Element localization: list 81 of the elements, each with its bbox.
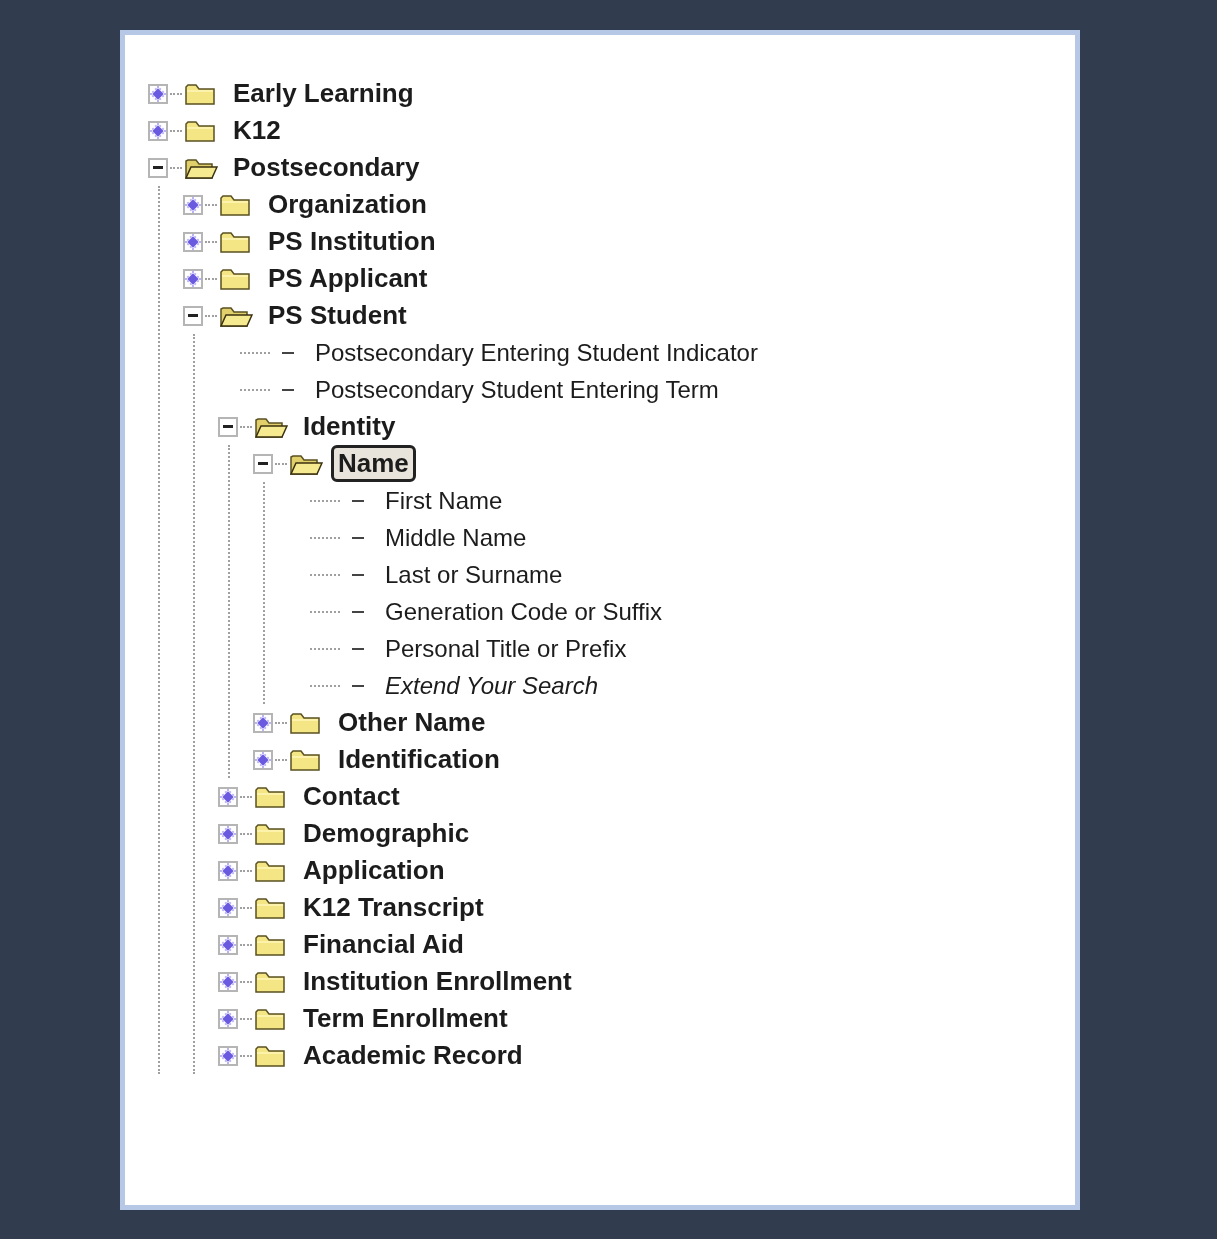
tree-connector	[310, 573, 340, 576]
tree-item[interactable]: PS Applicant	[261, 260, 435, 297]
leaf-icon	[352, 536, 364, 539]
tree-item[interactable]: Generation Code or Suffix	[378, 594, 670, 629]
tree-connector	[310, 536, 340, 539]
tree-item[interactable]: Financial Aid	[296, 926, 471, 963]
tree-connector	[275, 462, 287, 465]
expand-toggle[interactable]	[183, 194, 203, 215]
expand-toggle[interactable]	[218, 860, 238, 881]
leaf-icon	[352, 647, 364, 650]
tree-item[interactable]: Postsecondary Entering Student Indicator	[308, 335, 765, 370]
tree-item[interactable]: Postsecondary Student Entering Term	[308, 372, 726, 407]
expand-toggle[interactable]	[148, 83, 168, 104]
tree-item[interactable]: Organization	[261, 186, 434, 223]
tree-item[interactable]: K12 Transcript	[296, 889, 491, 926]
tree-item[interactable]: Application	[296, 852, 452, 889]
leaf-icon	[352, 573, 364, 576]
tree-item[interactable]: Contact	[296, 778, 407, 815]
tree-item[interactable]: Demographic	[296, 815, 477, 852]
expand-toggle[interactable]	[218, 971, 238, 992]
tree-connector	[240, 943, 252, 946]
tree-connector	[205, 314, 217, 317]
expand-toggle[interactable]	[253, 712, 273, 733]
tree-item[interactable]: Personal Title or Prefix	[378, 631, 634, 666]
tree-connector	[170, 129, 182, 132]
leaf-icon	[352, 499, 364, 502]
tree-item[interactable]: Postsecondary	[226, 149, 427, 186]
tree-item[interactable]: Institution Enrollment	[296, 963, 579, 1000]
tree-item[interactable]: PS Student	[261, 297, 414, 334]
tree-connector	[170, 166, 182, 169]
tree-item[interactable]: Middle Name	[378, 520, 534, 555]
tree-connector	[310, 499, 340, 502]
tree-connector	[240, 388, 270, 391]
tree-connector	[240, 425, 252, 428]
leaf-icon	[352, 610, 364, 613]
expand-toggle[interactable]	[148, 120, 168, 141]
search-link[interactable]: Extend Your Search	[378, 668, 606, 703]
tree-connector	[240, 1017, 252, 1020]
expand-toggle[interactable]	[218, 786, 238, 807]
tree-item[interactable]: First Name	[378, 483, 510, 518]
tree-connector	[240, 832, 252, 835]
expand-toggle[interactable]	[218, 934, 238, 955]
tree-connector	[240, 351, 270, 354]
expand-toggle[interactable]	[253, 749, 273, 770]
expand-toggle[interactable]	[183, 268, 203, 289]
expand-toggle[interactable]	[218, 1008, 238, 1029]
tree-item[interactable]: Name	[331, 445, 416, 482]
expand-toggle[interactable]	[218, 1045, 238, 1066]
expand-toggle[interactable]	[218, 823, 238, 844]
tree-connector	[275, 758, 287, 761]
tree-item[interactable]: Term Enrollment	[296, 1000, 515, 1037]
leaf-icon	[282, 388, 294, 391]
tree-connector	[240, 795, 252, 798]
expand-toggle[interactable]	[218, 416, 238, 437]
tree-connector	[205, 203, 217, 206]
tree-item[interactable]: Other Name	[331, 704, 493, 741]
tree-item[interactable]: Academic Record	[296, 1037, 530, 1074]
tree-item[interactable]: Early Learning	[226, 75, 421, 112]
tree-item[interactable]: K12	[226, 112, 288, 149]
tree-connector	[240, 980, 252, 983]
tree-connector	[310, 610, 340, 613]
tree-item[interactable]: Identification	[331, 741, 507, 778]
leaf-icon	[352, 684, 364, 687]
expand-toggle[interactable]	[183, 231, 203, 252]
tree-connector	[310, 684, 340, 687]
expand-toggle[interactable]	[183, 305, 203, 326]
tree-connector	[240, 906, 252, 909]
tree-connector	[240, 869, 252, 872]
tree-item[interactable]: PS Institution	[261, 223, 443, 260]
leaf-icon	[282, 351, 294, 354]
tree-item[interactable]: Last or Surname	[378, 557, 570, 592]
tree-connector	[170, 92, 182, 95]
expand-toggle[interactable]	[253, 453, 273, 474]
tree-connector	[275, 721, 287, 724]
tree-connector	[240, 1054, 252, 1057]
tree-connector	[205, 277, 217, 280]
expand-toggle[interactable]	[218, 897, 238, 918]
tree-connector	[310, 647, 340, 650]
expand-toggle[interactable]	[148, 157, 168, 178]
tree-connector	[205, 240, 217, 243]
tree-item[interactable]: Identity	[296, 408, 403, 445]
